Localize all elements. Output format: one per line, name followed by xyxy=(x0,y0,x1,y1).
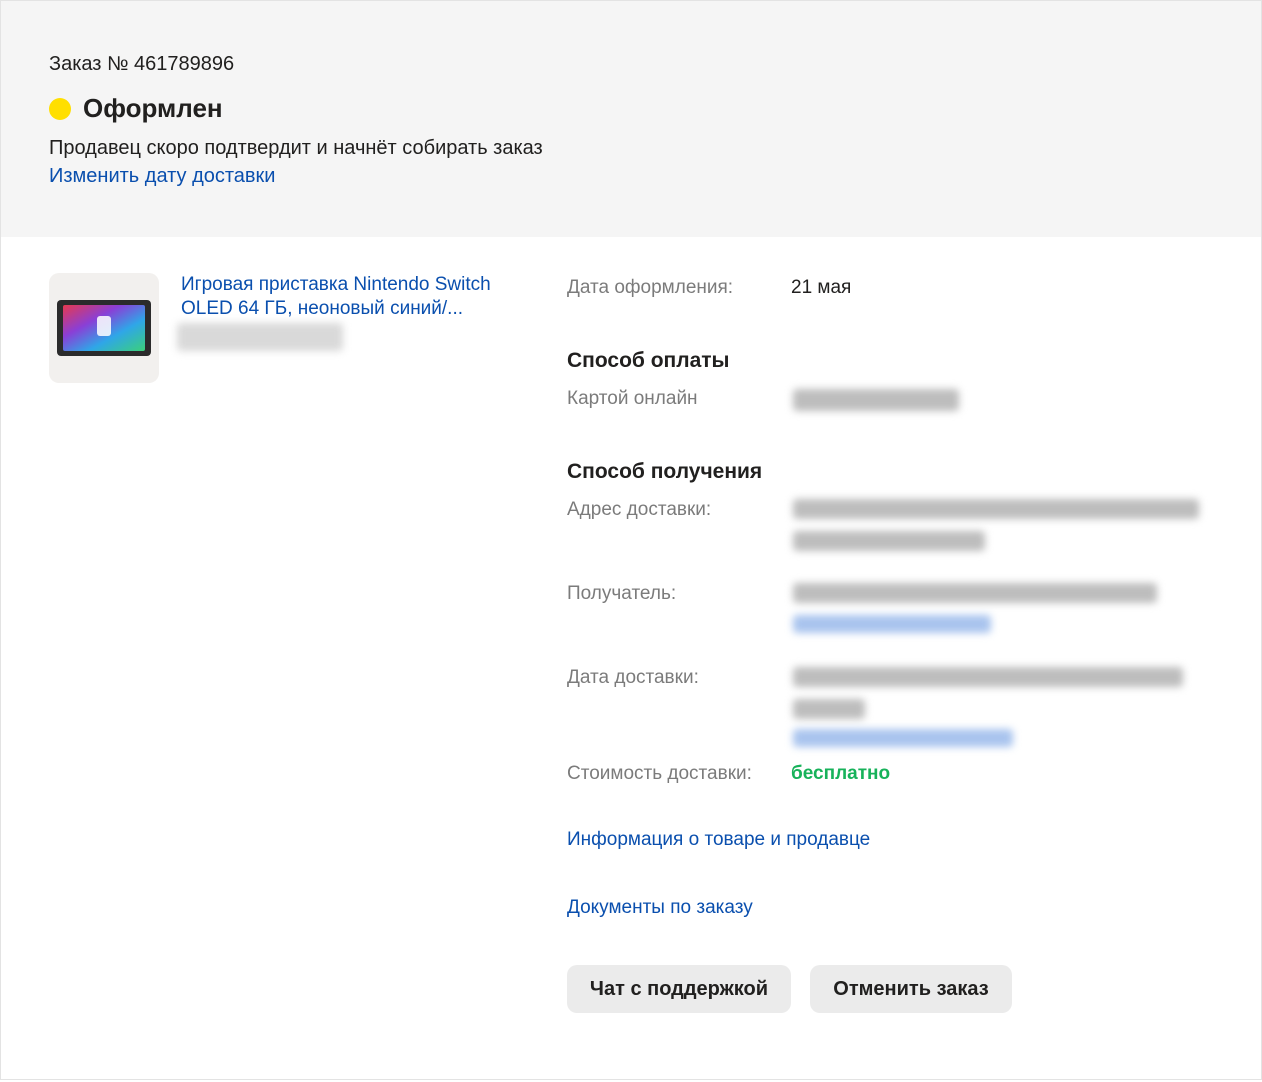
change-delivery-date-link[interactable]: Изменить дату доставки xyxy=(49,165,275,188)
delivery-date-link-blurred[interactable] xyxy=(793,729,1013,747)
delivery-date-blurred xyxy=(793,699,865,719)
order-documents-link[interactable]: Документы по заказу xyxy=(567,897,753,919)
status-dot-icon xyxy=(49,97,71,120)
address-blurred xyxy=(793,499,1199,519)
payment-section-title: Способ оплаты xyxy=(567,349,730,372)
receiving-section-title: Способ получения xyxy=(567,460,763,483)
recipient-link-blurred[interactable] xyxy=(793,615,991,633)
order-status: Оформлен xyxy=(49,93,223,124)
payment-method: Картой онлайн xyxy=(567,388,698,409)
order-card: Заказ № 461789896 Оформлен Продавец скор… xyxy=(0,0,1262,1080)
cancel-order-button[interactable]: Отменить заказ xyxy=(810,965,1012,1013)
status-description: Продавец скоро подтвердит и начнёт собир… xyxy=(49,137,543,159)
delivery-cost-value: бесплатно xyxy=(791,763,891,784)
order-date-value: 21 мая xyxy=(791,277,852,298)
order-date-label: Дата оформления: xyxy=(567,277,734,298)
status-text: Оформлен xyxy=(83,93,223,123)
order-number: Заказ № 461789896 xyxy=(49,53,235,75)
game-console-icon xyxy=(57,300,151,356)
product-seller-info-link[interactable]: Информация о товаре и продавце xyxy=(567,829,870,851)
address-blurred xyxy=(793,531,985,551)
support-chat-button[interactable]: Чат с поддержкой xyxy=(567,965,791,1013)
recipient-blurred xyxy=(793,583,1157,603)
payment-card-blurred xyxy=(793,389,959,411)
address-label: Адрес доставки: xyxy=(567,499,712,520)
delivery-date-blurred xyxy=(793,667,1183,687)
order-header: Заказ № 461789896 Оформлен Продавец скор… xyxy=(1,1,1261,237)
delivery-cost-label: Стоимость доставки: xyxy=(567,763,752,784)
product-image[interactable] xyxy=(49,273,159,383)
product-title-link[interactable]: Игровая приставка Nintendo Switch OLED 6… xyxy=(181,273,521,321)
product-price-blurred xyxy=(177,323,343,351)
recipient-label: Получатель: xyxy=(567,583,677,604)
delivery-date-label: Дата доставки: xyxy=(567,667,699,688)
